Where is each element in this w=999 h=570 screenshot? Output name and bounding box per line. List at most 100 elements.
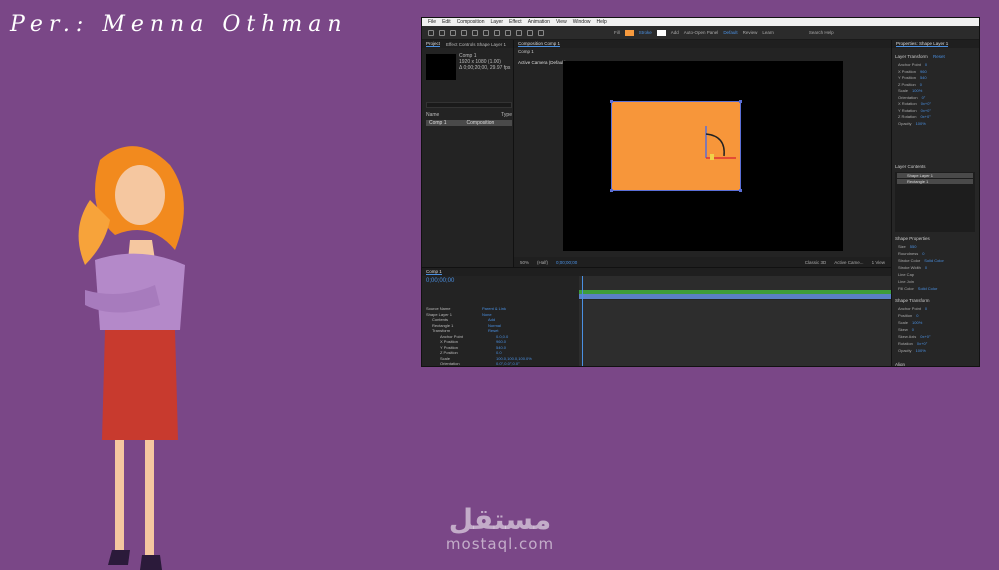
property-row[interactable]: Z Rotation 0x+0° <box>898 114 931 119</box>
property-value[interactable]: 0 <box>925 62 927 67</box>
menu-edit[interactable]: Edit <box>442 19 451 25</box>
stroke-label[interactable]: Stroke <box>639 30 652 35</box>
auto-open-panel[interactable]: Auto-Open Panel <box>684 30 719 35</box>
property-value[interactable]: 100% <box>912 88 922 93</box>
menu-window[interactable]: Window <box>573 19 591 25</box>
property-row[interactable]: Roundness 0 <box>898 251 924 256</box>
property-row[interactable]: Fill Color Solid Color <box>898 286 937 291</box>
property-value[interactable]: Solid Color <box>918 286 938 291</box>
workspace-default[interactable]: Default <box>723 30 737 35</box>
contents-item[interactable]: Rectangle 1 <box>897 179 973 184</box>
property-row[interactable]: Line Join <box>898 279 918 284</box>
property-value[interactable]: 540 <box>920 75 927 80</box>
property-row[interactable]: Y Position 540 <box>898 75 927 80</box>
property-row[interactable]: Scale 100% <box>898 320 922 325</box>
selection-tool-icon[interactable] <box>439 29 445 36</box>
property-row[interactable]: Stroke Width 0 <box>898 265 927 270</box>
property-row[interactable]: Size 550 <box>898 244 916 249</box>
hand-tool-icon[interactable] <box>450 29 456 36</box>
fill-color-swatch[interactable] <box>624 29 634 36</box>
property-value[interactable]: 100% <box>916 348 926 353</box>
transform-handle[interactable] <box>739 189 742 192</box>
composition-viewer[interactable] <box>563 61 843 251</box>
pan-behind-tool-icon[interactable] <box>494 29 500 36</box>
view-layout[interactable]: 1 View <box>872 260 885 265</box>
menu-view[interactable]: View <box>556 19 567 25</box>
project-search-input[interactable] <box>426 102 512 108</box>
property-row[interactable]: Anchor Point 0 <box>898 306 927 311</box>
resolution[interactable]: (Half) <box>537 260 548 265</box>
property-value[interactable]: 0x+0° <box>920 334 930 339</box>
stroke-color-swatch[interactable] <box>656 29 666 36</box>
menu-layer[interactable]: Layer <box>490 19 503 25</box>
tab-composition[interactable]: Composition Comp 1 <box>518 41 561 47</box>
property-row[interactable]: Line Cap <box>898 272 918 277</box>
property-row[interactable]: X Position 960 <box>898 69 927 74</box>
comp-breadcrumb[interactable]: Comp 1 <box>518 49 534 54</box>
transform-handle[interactable] <box>610 189 613 192</box>
menu-effect[interactable]: Effect <box>509 19 522 25</box>
property-row[interactable]: Orientation 0° <box>898 95 925 100</box>
timeline-row[interactable]: X Rotation 0x+0.0° <box>426 367 576 368</box>
property-row[interactable]: Z Position 0 <box>898 82 922 87</box>
property-value[interactable]: 100% <box>912 320 922 325</box>
type-tool-icon[interactable] <box>527 29 533 36</box>
tab-timeline-comp[interactable]: Comp 1 <box>426 269 442 275</box>
brush-tool-icon[interactable] <box>538 29 544 36</box>
property-value[interactable]: 0x+0° <box>920 114 930 119</box>
col-type[interactable]: Type <box>501 112 512 118</box>
transform-handle[interactable] <box>610 100 613 103</box>
property-row[interactable]: Anchor Point 0 <box>898 62 927 67</box>
view-camera[interactable]: Active Came... <box>834 260 863 265</box>
menu-help[interactable]: Help <box>596 19 606 25</box>
menu-composition[interactable]: Composition <box>457 19 485 25</box>
rotate-tool-icon[interactable] <box>472 29 478 36</box>
tab-properties[interactable]: Properties: Shape Layer 1 <box>896 41 949 47</box>
col-name[interactable]: Name <box>426 112 439 118</box>
zoom-level[interactable]: 50% <box>520 260 529 265</box>
property-row[interactable]: X Rotation 0x+0° <box>898 101 931 106</box>
menu-animation[interactable]: Animation <box>528 19 550 25</box>
property-row[interactable]: Position 0 <box>898 313 918 318</box>
camera-tool-icon[interactable] <box>483 29 489 36</box>
current-time-indicator[interactable] <box>582 276 583 366</box>
property-row[interactable]: Rotation 0x+0° <box>898 341 927 346</box>
property-row[interactable]: Opacity 100% <box>898 348 926 353</box>
property-value[interactable]: 0 <box>925 306 927 311</box>
property-row[interactable]: Skew 0 <box>898 327 914 332</box>
home-icon[interactable] <box>428 29 434 36</box>
layer-duration-bar[interactable] <box>579 294 891 299</box>
timeline-row-value[interactable]: 0x+0.0° <box>496 367 510 368</box>
property-value[interactable]: 0 <box>912 327 914 332</box>
property-value[interactable]: 0 <box>925 265 927 270</box>
3d-axis-gizmo-icon[interactable] <box>700 120 740 160</box>
property-value[interactable]: 960 <box>920 69 927 74</box>
workspace-learn[interactable]: Learn <box>762 30 774 35</box>
property-value[interactable]: 0 <box>916 313 918 318</box>
tab-project[interactable]: Project <box>426 41 441 47</box>
transform-handle[interactable] <box>739 100 742 103</box>
property-value[interactable]: 0 <box>922 251 924 256</box>
reset-button[interactable]: Reset <box>933 54 945 59</box>
timeline-current-time[interactable]: 0;00;00;00 <box>426 278 454 284</box>
tab-effect-controls[interactable]: Effect Controls Shape Layer 1 <box>446 42 506 47</box>
property-value[interactable]: Solid Color <box>924 258 944 263</box>
timeline-tracks[interactable] <box>579 300 891 366</box>
workspace-review[interactable]: Review <box>743 30 758 35</box>
current-time[interactable]: 0;00;00;00 <box>556 260 577 265</box>
renderer[interactable]: Classic 3D <box>805 260 827 265</box>
property-row[interactable]: Opacity 100% <box>898 121 926 126</box>
property-row[interactable]: Skew Axis 0x+0° <box>898 334 931 339</box>
property-row[interactable]: Stroke Color Solid Color <box>898 258 944 263</box>
property-value[interactable]: 0x+0° <box>921 108 931 113</box>
property-value[interactable]: 0x+0° <box>921 101 931 106</box>
contents-item[interactable]: Shape Layer 1 <box>897 173 973 178</box>
property-value[interactable]: 0 <box>920 82 922 87</box>
pen-tool-icon[interactable] <box>516 29 522 36</box>
property-value[interactable]: 0° <box>922 95 926 100</box>
rectangle-tool-icon[interactable] <box>505 29 511 36</box>
property-value[interactable]: 100% <box>916 121 926 126</box>
project-item[interactable]: Comp 1 Composition <box>426 120 512 126</box>
property-value[interactable]: 0x+0° <box>917 341 927 346</box>
rectangle-shape-layer[interactable] <box>610 100 742 192</box>
